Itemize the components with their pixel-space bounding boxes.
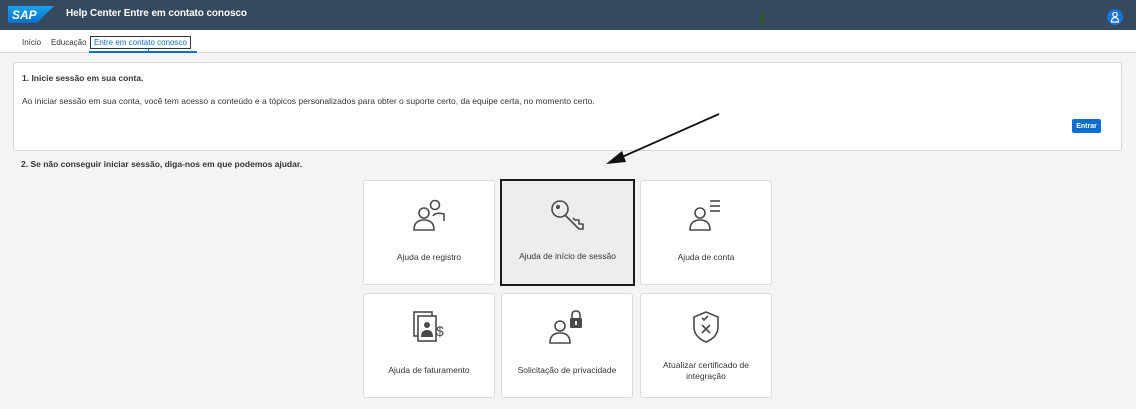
tile-label: Atualizar certificado de integração — [663, 360, 749, 381]
tile-label: Ajuda de conta — [677, 252, 735, 262]
tile-update-certificate[interactable]: Atualizar certificado de integração — [640, 293, 772, 398]
tile-billing-help[interactable]: $ Ajuda de faturamento — [363, 293, 495, 398]
tile-label: Ajuda de início de sessão — [519, 251, 616, 261]
tile-registration-help[interactable]: Ajuda de registro — [363, 180, 495, 285]
tile-signin-help[interactable]: Ajuda de início de sessão — [500, 179, 635, 286]
shield-certificate-icon — [693, 311, 719, 343]
user-list-icon — [689, 200, 720, 231]
billing-document-icon: $ — [413, 311, 444, 342]
help-section-title: 2. Se não conseguir iniciar sessão, diga… — [21, 159, 303, 169]
tile-account-help[interactable]: Ajuda de conta — [640, 180, 772, 285]
svg-text:$: $ — [436, 323, 444, 339]
tile-label: Solicitação de privacidade — [517, 365, 617, 375]
user-lock-icon — [549, 310, 582, 344]
tile-label: Ajuda de faturamento — [388, 365, 470, 375]
tile-privacy-request[interactable]: Solicitação de privacidade — [501, 293, 633, 398]
users-icon — [413, 199, 445, 231]
key-icon — [550, 200, 584, 230]
tile-label: Ajuda de registro — [396, 252, 462, 262]
